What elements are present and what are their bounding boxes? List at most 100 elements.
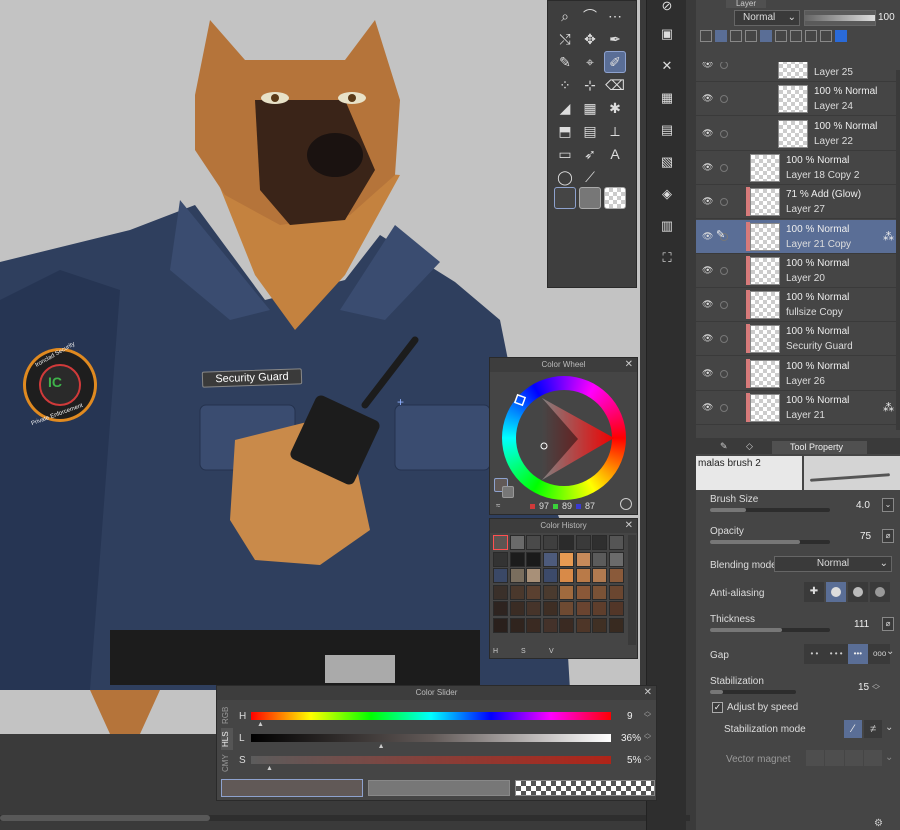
lasso-icon[interactable]: ⌒ [579, 5, 601, 27]
history-swatch[interactable] [526, 551, 541, 567]
history-swatch[interactable] [542, 601, 558, 616]
history-swatch[interactable] [542, 617, 558, 633]
history-swatch[interactable] [608, 584, 624, 600]
layer-lock-icon[interactable] [720, 301, 728, 310]
eye-icon[interactable]: 👁 [702, 162, 713, 173]
mode-tab-rgb[interactable]: RGB [221, 704, 233, 726]
clip-icon[interactable] [715, 30, 727, 42]
thickness-slider[interactable] [710, 628, 830, 632]
mask-icon[interactable] [775, 30, 787, 42]
history-swatch[interactable] [575, 551, 591, 567]
layer-lock-icon[interactable] [720, 95, 728, 104]
tool-transparent-swatch[interactable] [604, 187, 626, 209]
history-swatch[interactable] [559, 568, 574, 583]
history-swatch[interactable] [509, 584, 525, 600]
layer-row[interactable]: 👁 100 % Normal Layer 24 [696, 82, 900, 117]
history-swatch[interactable] [509, 551, 525, 567]
stabilization-slider[interactable] [710, 690, 796, 694]
s-stepper[interactable]: ︿ ﹀ [644, 752, 651, 766]
history-swatch[interactable] [542, 568, 558, 583]
brush-size-toggle[interactable]: ⌄ [882, 498, 894, 512]
history-swatch[interactable] [559, 535, 574, 550]
tool-main-color-swatch[interactable] [554, 187, 576, 209]
timeline-icon[interactable]: ⛶ [650, 246, 684, 270]
chevron-down-icon[interactable]: ⌄ [886, 646, 894, 657]
layer-row[interactable]: 👁 71 % Add (Glow) Layer 27 [696, 185, 900, 220]
draft-icon[interactable] [820, 30, 832, 42]
slider-transparent-color[interactable] [515, 780, 655, 796]
layer-tool-icon[interactable] [700, 30, 712, 42]
opacity-value[interactable]: 75 [860, 531, 871, 542]
history-swatch[interactable] [526, 568, 541, 583]
layer-lock-icon[interactable] [720, 404, 728, 412]
layer-row[interactable]: 👁 100 % Normal Layer 22 [696, 116, 900, 151]
grid-icon[interactable]: ▤ [579, 120, 601, 142]
layer-blend-select[interactable]: Normal ⌄ [734, 10, 800, 26]
eye-icon[interactable]: 👁 [702, 196, 713, 207]
slider-sub-color[interactable] [368, 780, 510, 796]
layer-lock-icon[interactable] [720, 163, 728, 172]
brush-size-value[interactable]: 4.0 [856, 500, 870, 511]
layer-row[interactable]: 👁 100 % Normal Layer 21 ⁂ [696, 391, 900, 425]
subtool-tab-icon[interactable]: ◇ [746, 441, 753, 452]
layer-row[interactable]: 👁 100 % Normal Layer 20 [696, 253, 900, 288]
layer-lock-icon[interactable] [720, 198, 728, 207]
thickness-value[interactable]: 111 [854, 619, 869, 630]
layer-row[interactable]: 👁 100 % Normal Security Guard [696, 322, 900, 357]
ruler-icon[interactable]: ⟂ [604, 120, 626, 142]
history-swatch[interactable] [608, 535, 624, 550]
history-swatch[interactable] [493, 535, 508, 550]
history-swatch[interactable] [493, 568, 508, 583]
adjust-speed-checkbox[interactable]: ✓ [712, 702, 723, 713]
history-icon[interactable]: ▤ [650, 118, 684, 142]
layer-row[interactable]: 👁 ✎ 100 % Normal Layer 21 Copy ⁂ [696, 219, 900, 254]
history-swatch[interactable] [542, 584, 558, 600]
history-swatch[interactable] [542, 551, 558, 567]
history-swatch[interactable] [493, 601, 508, 616]
lock-alpha-icon[interactable] [760, 30, 772, 42]
stabilization-mode-a-icon[interactable]: ⁄ [844, 720, 862, 738]
antialias-weak-icon[interactable] [826, 582, 846, 602]
layer-lock-icon[interactable] [720, 335, 728, 344]
mode-tab-hls[interactable]: HLS [221, 728, 233, 750]
eye-icon[interactable]: 👁 [702, 231, 713, 242]
opacity-toggle[interactable]: ⌀ [882, 529, 894, 543]
history-swatch[interactable] [526, 601, 541, 616]
layer-color-icon[interactable] [835, 30, 847, 42]
spray-icon[interactable]: ⁘ [554, 74, 576, 96]
history-swatch[interactable] [559, 584, 574, 600]
stabilization-value[interactable]: 15 [858, 682, 869, 693]
h-slider[interactable] [251, 712, 611, 720]
layer-opacity-slider[interactable] [804, 10, 876, 26]
h-thumb[interactable]: ▲ [257, 721, 264, 728]
antialias-none-icon[interactable]: ✚ [804, 582, 824, 602]
balloon-icon[interactable]: ◯ [554, 166, 576, 188]
eraser-icon[interactable]: ⌫ [604, 74, 626, 96]
layer-row[interactable]: 👁 100 % Normal Layer 18 Copy 2 [696, 150, 900, 185]
history-swatch[interactable] [608, 551, 624, 567]
airbrush-icon[interactable]: ⌖ [579, 51, 601, 73]
lock-icon[interactable] [745, 30, 757, 42]
auto-select-icon[interactable]: ⤭ [554, 28, 576, 50]
frame-icon[interactable]: ▭ [554, 143, 576, 165]
history-h-icon[interactable]: H [493, 648, 498, 655]
gap-large-icon[interactable]: ••• [847, 644, 869, 664]
settings-icon[interactable]: ⚙ [874, 818, 883, 829]
history-swatch[interactable] [509, 617, 525, 633]
slider-main-color[interactable] [221, 779, 363, 797]
tool-sub-color-swatch[interactable] [579, 187, 601, 209]
antialias-strong-icon[interactable] [870, 582, 890, 602]
material-icon[interactable]: ▦ [650, 86, 684, 110]
history-swatch[interactable] [526, 617, 541, 633]
palette-color-icon[interactable] [805, 30, 817, 42]
brush-size-slider[interactable] [710, 508, 830, 512]
history-swatch[interactable] [493, 617, 508, 633]
history-swatch[interactable] [559, 617, 574, 633]
pencil-icon[interactable]: ✐ [604, 51, 626, 73]
l-value[interactable]: 36% [621, 733, 641, 744]
blending-select[interactable]: Normal ⌄ [774, 556, 892, 572]
history-swatch[interactable] [608, 617, 624, 633]
eye-icon[interactable]: 👁 [702, 128, 713, 139]
horizontal-scrollbar[interactable] [0, 815, 690, 821]
eyedropper-icon[interactable]: ✒ [604, 28, 626, 50]
